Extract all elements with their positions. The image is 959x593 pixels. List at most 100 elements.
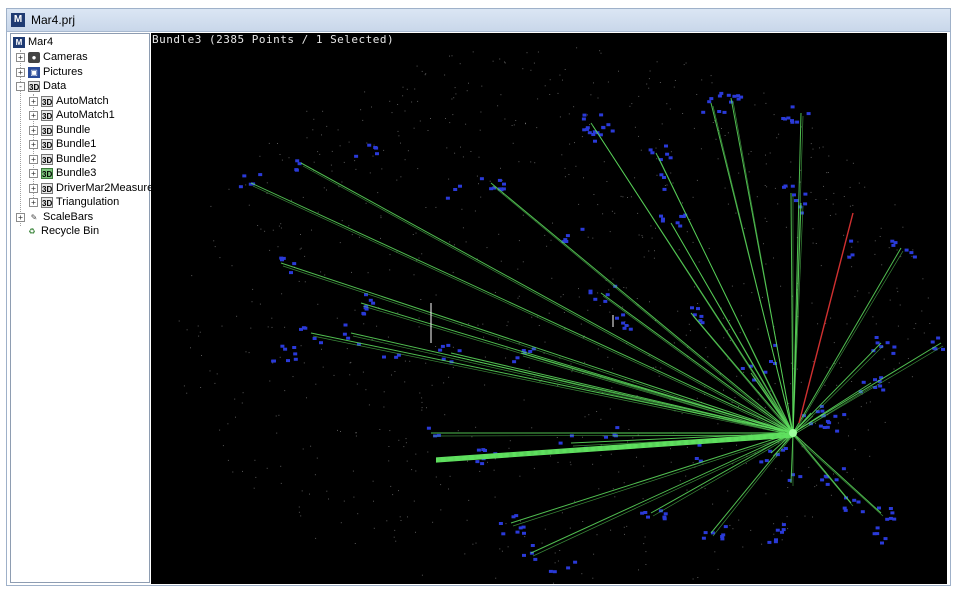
project-tree[interactable]: M Mar4 + ● Cameras + ▣ Pictures - 3D Dat… — [10, 33, 153, 583]
scene-point — [306, 137, 308, 139]
title-bar[interactable]: M Mar4.prj — [7, 9, 950, 32]
scene-point — [790, 176, 792, 178]
scene-point — [355, 435, 357, 437]
tree-item-root[interactable]: M Mar4 — [13, 35, 53, 49]
tree-item-cameras[interactable]: + ● Cameras — [16, 50, 88, 64]
camera-ray — [792, 382, 872, 434]
scene-point — [712, 503, 714, 505]
expand-icon[interactable]: + — [16, 212, 25, 222]
tree-item-triangulation[interactable]: + 3D Triangulation — [29, 195, 119, 209]
scene-point — [563, 312, 565, 313]
scene-point — [812, 361, 814, 363]
target-point — [856, 500, 861, 504]
expand-icon[interactable]: + — [29, 110, 38, 120]
target-point — [622, 326, 627, 330]
scene-point — [298, 511, 300, 513]
scene-point — [764, 185, 766, 186]
scene-point — [336, 317, 338, 319]
tree-item-bundle1[interactable]: + 3D Bundle1 — [29, 137, 96, 151]
tree-item-label: Bundle3 — [56, 167, 97, 179]
scene-point — [339, 242, 341, 244]
scene-point — [775, 468, 777, 470]
dataset-3d-icon: 3D — [41, 124, 53, 136]
scene-point — [631, 103, 633, 105]
scene-point — [500, 260, 502, 262]
scene-point — [234, 398, 236, 400]
tree-item-drivermar2measure[interactable]: + 3D DriverMar2Measure — [29, 181, 153, 195]
scene-point — [600, 418, 602, 420]
scene-point — [541, 542, 543, 544]
expand-icon[interactable]: + — [29, 197, 38, 207]
scene-point — [710, 75, 712, 77]
expand-icon[interactable]: + — [29, 154, 38, 164]
scene-point — [477, 324, 479, 326]
target-point — [489, 187, 494, 191]
scene-point — [728, 328, 730, 330]
scene-point — [313, 161, 315, 163]
scene-point — [418, 317, 420, 319]
3d-viewport[interactable]: Bundle3 (2385 Points / 1 Selected) — [151, 33, 947, 584]
tree-item-bundle2[interactable]: + 3D Bundle2 — [29, 152, 96, 166]
camera-ray — [302, 165, 794, 436]
point-cloud-scene[interactable] — [151, 33, 947, 584]
scene-point — [360, 109, 362, 111]
scene-point — [712, 122, 714, 123]
tree-item-automatch1[interactable]: + 3D AutoMatch1 — [29, 108, 115, 122]
scene-point — [723, 389, 724, 391]
scene-point — [536, 127, 538, 129]
target-point — [242, 174, 247, 178]
scene-point — [544, 341, 546, 343]
tree-item-bundle3[interactable]: + 3D Bundle3 — [29, 166, 96, 180]
expand-icon[interactable]: + — [16, 52, 25, 62]
tree-item-label: AutoMatch1 — [56, 109, 115, 121]
tree-item-recycle-bin[interactable]: ♻ Recycle Bin — [26, 224, 99, 238]
expand-icon[interactable]: + — [29, 183, 38, 193]
target-point — [875, 526, 880, 530]
scene-point — [899, 304, 901, 306]
scene-point — [531, 427, 533, 429]
tree-item-data[interactable]: - 3D Data — [16, 79, 66, 93]
scene-point — [597, 204, 599, 206]
scene-point — [641, 235, 643, 237]
scene-point — [921, 310, 923, 312]
scene-point — [468, 499, 470, 501]
target-point — [720, 535, 725, 538]
scene-point — [413, 127, 415, 129]
scene-point — [714, 551, 716, 553]
scene-point — [533, 62, 535, 64]
expand-icon[interactable]: + — [29, 96, 38, 106]
expand-icon[interactable]: + — [16, 67, 25, 77]
scene-point — [648, 87, 650, 89]
camera-ray — [532, 434, 794, 557]
scene-point — [397, 104, 399, 105]
scene-point — [278, 414, 280, 416]
scene-point — [817, 323, 819, 325]
scene-point — [245, 351, 247, 353]
tree-item-pictures[interactable]: + ▣ Pictures — [16, 65, 83, 79]
tree-item-bundle[interactable]: + 3D Bundle — [29, 123, 90, 137]
expand-icon[interactable]: + — [29, 168, 38, 178]
scene-point — [460, 146, 461, 148]
expand-icon[interactable]: + — [29, 125, 38, 135]
scene-point — [810, 191, 812, 193]
collapse-icon[interactable]: - — [16, 81, 25, 91]
scene-point — [561, 154, 563, 156]
scene-point — [642, 236, 644, 238]
scene-point — [480, 111, 482, 113]
scene-point — [897, 291, 899, 293]
tree-item-automatch[interactable]: + 3D AutoMatch — [29, 94, 109, 108]
scene-point — [653, 257, 655, 259]
scene-point — [499, 58, 501, 60]
scene-point — [487, 461, 488, 463]
scene-point — [606, 181, 608, 182]
expand-icon[interactable]: + — [29, 139, 38, 149]
scene-point — [321, 348, 322, 350]
scene-point — [380, 215, 382, 217]
scene-point — [729, 319, 730, 321]
target-point — [662, 187, 667, 191]
tree-item-scalebars[interactable]: + ✎ ScaleBars — [16, 210, 93, 224]
target-point — [786, 116, 791, 120]
scene-point — [394, 371, 396, 372]
target-point — [502, 182, 506, 186]
scene-point — [506, 347, 508, 349]
